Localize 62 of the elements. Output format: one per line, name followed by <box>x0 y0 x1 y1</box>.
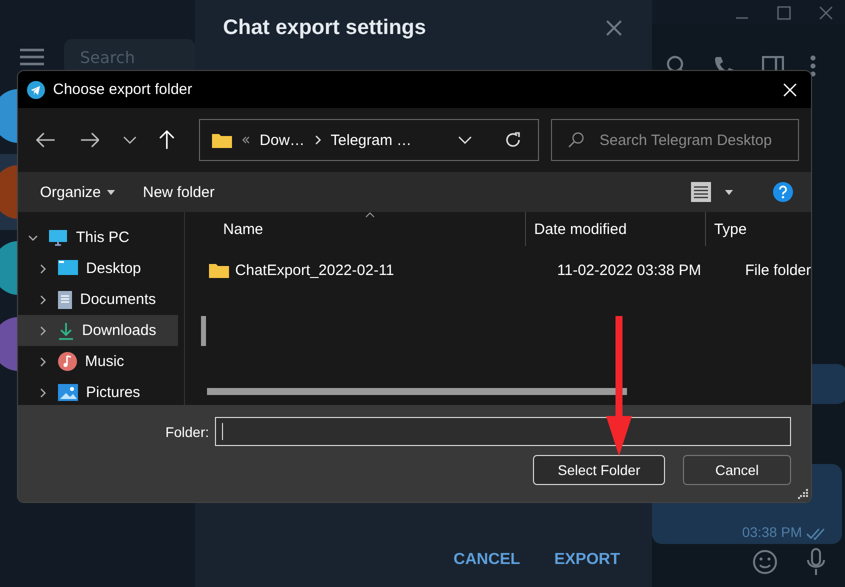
resize-grip-icon[interactable] <box>798 489 808 499</box>
document-icon <box>58 290 72 308</box>
folder-label: Folder: <box>165 424 209 440</box>
dialog-button[interactable]: EXPORT <box>542 545 632 575</box>
folder-icon <box>212 132 232 148</box>
music-icon <box>58 352 77 371</box>
column-header[interactable]: Date modified <box>525 212 706 246</box>
caret-icon <box>106 190 115 194</box>
monitor-icon <box>49 230 67 246</box>
overflow-chevrons-icon[interactable] <box>242 136 250 144</box>
download-icon <box>58 322 74 340</box>
expand-chevron-icon[interactable] <box>38 326 48 336</box>
folder-input[interactable] <box>215 417 791 446</box>
more-icon[interactable] <box>810 55 816 77</box>
back-arrow-icon[interactable] <box>36 132 56 148</box>
message-time: 03:38 PM <box>742 524 802 540</box>
breadcrumb[interactable]: Dow… <box>260 132 305 148</box>
tree-item[interactable]: Downloads <box>18 315 178 346</box>
caret-icon[interactable] <box>725 190 733 194</box>
chevron-down-icon[interactable] <box>458 136 472 144</box>
folder-icon <box>209 262 230 278</box>
file-row[interactable]: ChatExport_2022-02-11 11-02-2022 03:38 PM File folder <box>185 246 811 294</box>
expand-chevron-icon[interactable] <box>38 294 48 304</box>
tree-item[interactable]: Desktop <box>18 253 178 284</box>
column-header[interactable]: Name <box>185 212 526 246</box>
breadcrumb[interactable]: Telegram … <box>330 132 412 148</box>
pictures-icon <box>58 384 78 401</box>
view-list-icon[interactable] <box>691 182 711 202</box>
scrollbar-thumb[interactable] <box>201 316 206 346</box>
expand-chevron-icon[interactable] <box>28 232 38 242</box>
scrollbar-thumb[interactable] <box>207 388 628 395</box>
search-field[interactable]: Search Telegram Desktop <box>550 119 799 161</box>
help-icon[interactable] <box>773 182 793 202</box>
tree-item[interactable]: This PC <box>18 222 178 253</box>
sort-caret-icon <box>365 212 376 218</box>
telegram-icon <box>27 80 45 98</box>
emoji-icon[interactable] <box>752 549 778 575</box>
up-arrow-icon[interactable] <box>158 130 175 150</box>
maximize-icon[interactable] <box>777 6 791 20</box>
menu-icon[interactable] <box>20 48 44 66</box>
column-header[interactable]: Type <box>705 212 811 246</box>
search-icon <box>568 132 584 148</box>
desktop-icon <box>58 260 78 277</box>
address-bar[interactable]: Dow… Telegram … <box>198 119 539 161</box>
chevron-down-icon[interactable] <box>123 136 137 144</box>
expand-chevron-icon[interactable] <box>38 264 48 274</box>
forward-arrow-icon[interactable] <box>80 132 100 148</box>
dialog-button[interactable]: Select Folder <box>533 455 665 485</box>
tree-item[interactable]: Pictures <box>18 377 178 408</box>
window-title: Choose export folder <box>53 81 192 98</box>
expand-chevron-icon[interactable] <box>38 356 48 366</box>
dialog-button[interactable]: Cancel <box>683 455 791 485</box>
dialog-button[interactable]: CANCEL <box>442 545 532 575</box>
organize-menu-button[interactable]: Organize <box>32 180 123 204</box>
tree-item[interactable]: Music <box>18 346 178 377</box>
tree-item[interactable]: Documents <box>18 284 178 315</box>
expand-chevron-icon[interactable] <box>38 388 48 398</box>
new-folder-button[interactable]: New folder <box>134 180 223 204</box>
microphone-icon[interactable] <box>806 548 826 576</box>
refresh-icon[interactable] <box>504 131 522 149</box>
breadcrumb-separator-icon <box>314 135 321 145</box>
dialog-title: Chat export settings <box>223 16 426 40</box>
